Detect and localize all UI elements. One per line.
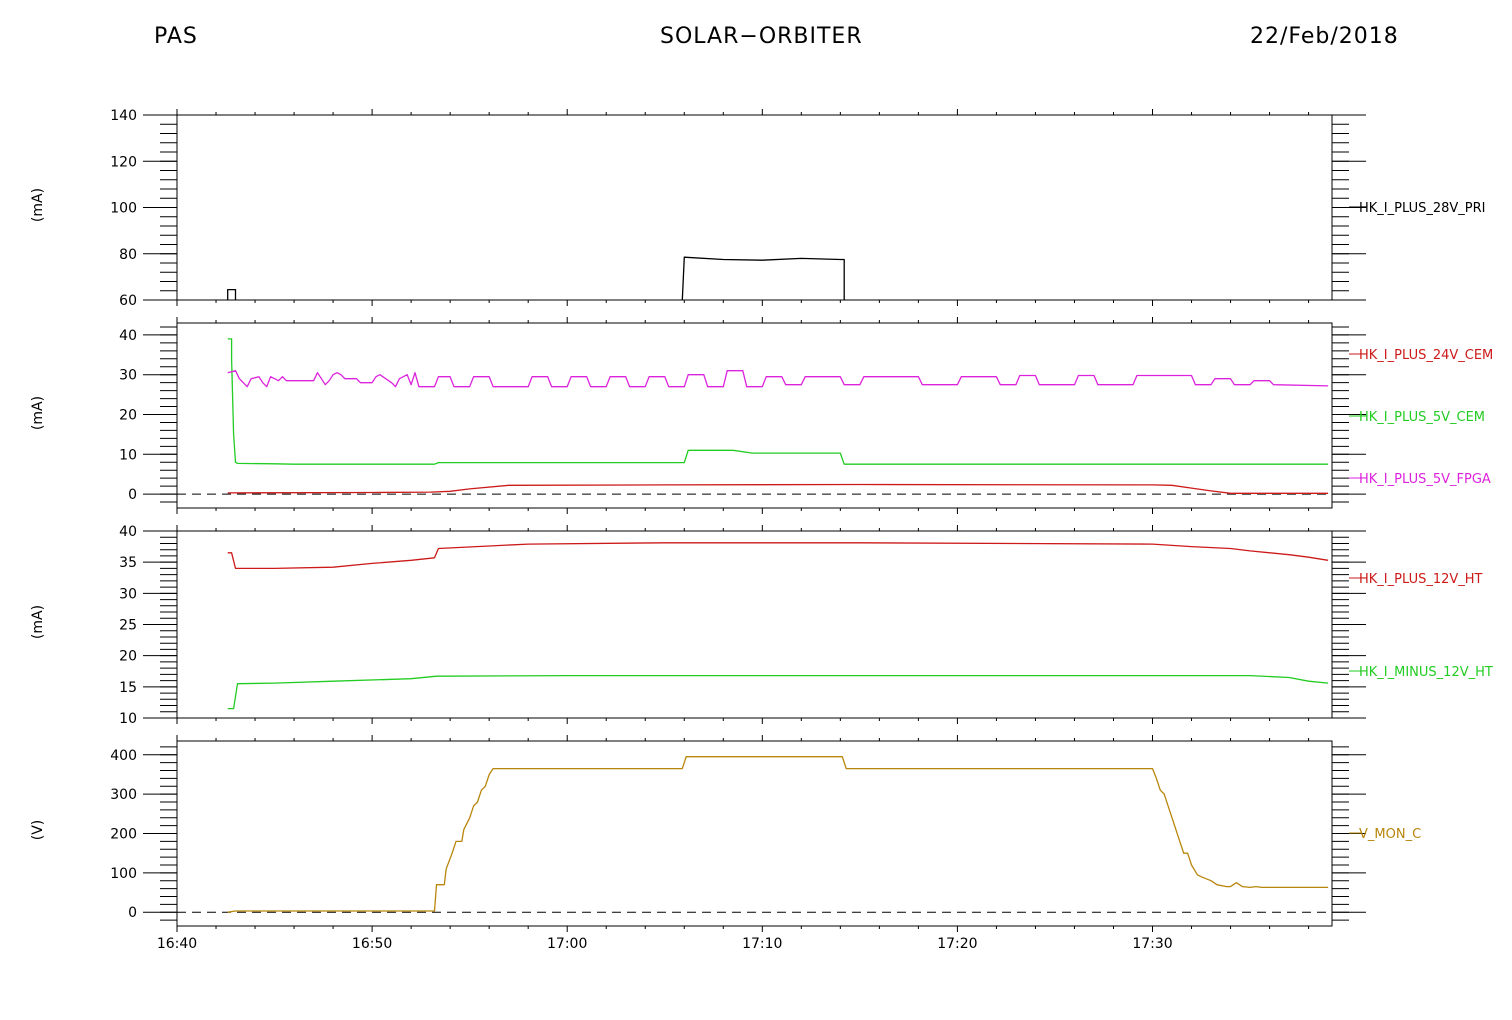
series-label: HK_I_PLUS_24V_CEM — [1359, 348, 1493, 363]
x-tick-label: 16:40 — [157, 936, 197, 952]
y-tick-label: 40 — [119, 328, 137, 344]
series-label: HK_I_PLUS_5V_FPGA — [1359, 472, 1491, 487]
series-label: HK_I_PLUS_28V_PRI — [1359, 201, 1485, 216]
housekeeping-plot: 6080100120140(mA) HK_I_PLUS_28V_PRI010203… — [30, 108, 1493, 952]
x-tick-label: 17:00 — [547, 936, 587, 952]
panel-3: 10 15 20 25 30 35 40 (mA) HK_I_PLUS_12V_HT HK_I_M… — [30, 524, 1493, 727]
series-line-v-mon-c — [227, 756, 1329, 913]
panel-frame — [176, 322, 1333, 509]
y-tick-label: 400 — [110, 748, 137, 764]
y-tick-label: 20 — [119, 649, 137, 665]
panel-4: 0 100 200 300 400 (V) V_MON_C — [30, 735, 1421, 932]
series-line-hk-i-plus-28v-pri — [227, 256, 845, 301]
y-tick-label: 80 — [119, 247, 137, 263]
y-tick-label: 60 — [119, 293, 137, 309]
y-axis-label: (V) — [30, 820, 46, 841]
series-line-hk-i-plus-24v-cem — [227, 483, 1329, 494]
y-axis-label: (mA) — [30, 396, 46, 430]
y-tick-label: 30 — [119, 368, 137, 384]
y-tick-label: 25 — [119, 618, 137, 634]
series-line-hk-i-minus-12v-ht — [227, 674, 1329, 710]
y-tick-label: 100 — [110, 201, 137, 217]
y-tick-label: 40 — [119, 524, 137, 540]
y-tick-label: 0 — [128, 905, 137, 921]
y-tick-label: 100 — [110, 866, 137, 882]
y-tick-label: 20 — [119, 408, 137, 424]
series-label: HK_I_MINUS_12V_HT — [1359, 665, 1493, 680]
y-tick-label: 140 — [110, 108, 137, 124]
y-tick-label: 120 — [110, 154, 137, 170]
y-tick-label: 15 — [119, 680, 137, 696]
x-tick-label: 17:10 — [742, 936, 782, 952]
y-tick-label: 10 — [119, 447, 137, 463]
x-tick-label: 16:50 — [352, 936, 392, 952]
y-tick-label: 0 — [128, 487, 137, 503]
y-tick-label: 35 — [119, 555, 137, 571]
y-tick-label: 30 — [119, 586, 137, 602]
series-label: HK_I_PLUS_5V_CEM — [1359, 410, 1485, 425]
y-tick-label: 10 — [119, 711, 137, 727]
series-line-hk-i-plus-12v-ht — [227, 542, 1329, 570]
series-line-hk-i-plus-5v-cem — [227, 338, 1329, 465]
series-label: V_MON_C — [1359, 827, 1421, 842]
panel-frame — [176, 114, 1333, 301]
y-axis-label: (mA) — [30, 605, 46, 639]
y-tick-label: 300 — [110, 787, 137, 803]
x-tick-label: 17:30 — [1132, 936, 1172, 952]
panel-1: 60 80 100 120 140 (mA) HK_I_PLUS_28V_PRI — [30, 108, 1485, 309]
y-tick-label: 200 — [110, 827, 137, 843]
y-axis-label: (mA) — [30, 188, 46, 222]
series-label: HK_I_PLUS_12V_HT — [1359, 572, 1483, 587]
panel-frame — [176, 530, 1333, 719]
panel-frame — [176, 740, 1333, 927]
x-tick-label: 17:20 — [937, 936, 977, 952]
panel-2: 0 10 20 30 40 (mA) HK_I_PLUS_24V_CEM HK_I_PLUS_… — [30, 317, 1493, 514]
series-line-hk-i-plus-5v-fpga — [227, 370, 1329, 388]
